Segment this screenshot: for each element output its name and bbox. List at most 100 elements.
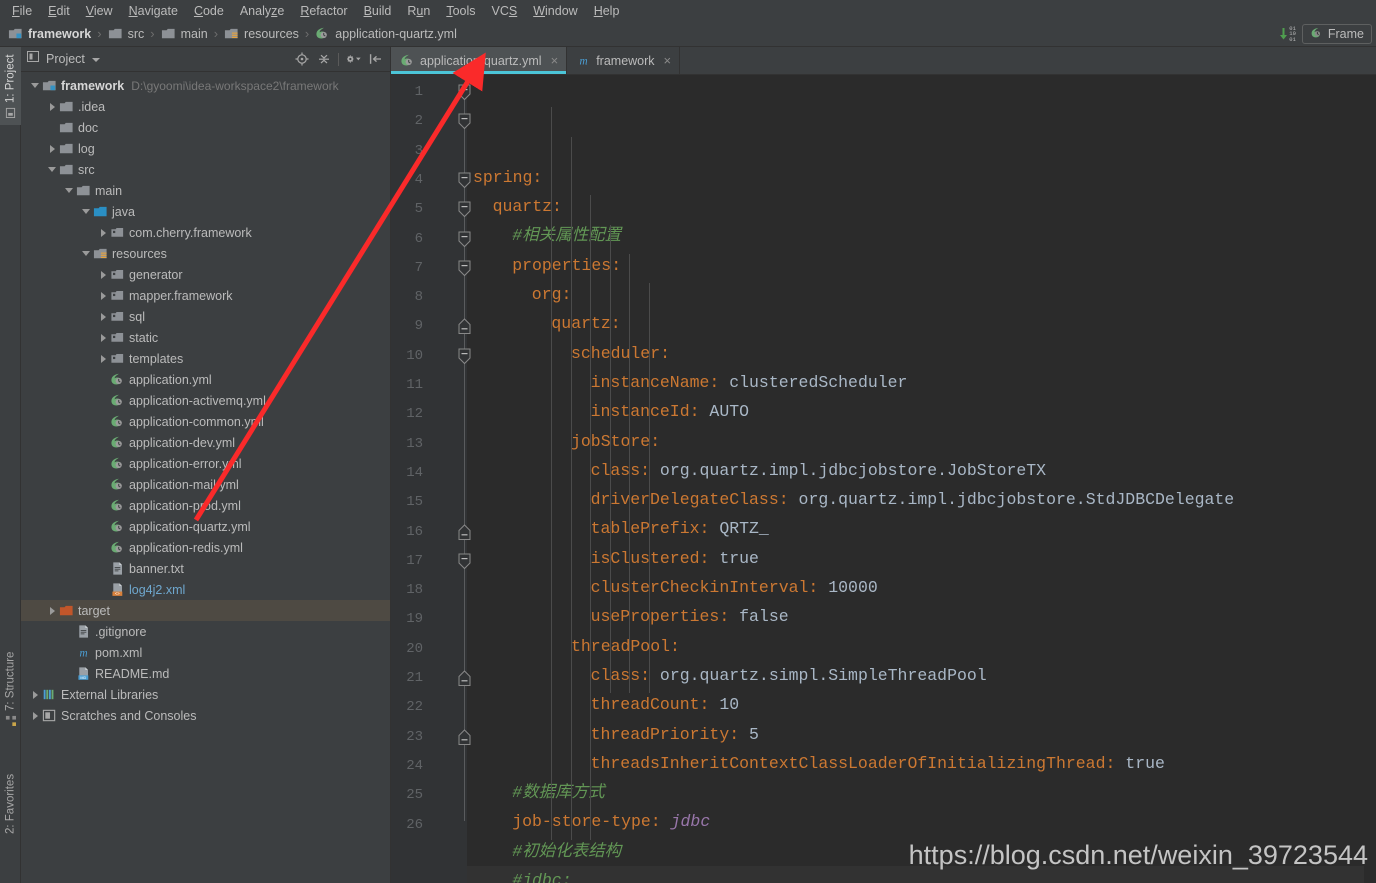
tree-row[interactable]: framework D:\gyoomi\idea-workspace2\frame… — [21, 75, 390, 96]
tool-window-tab-project[interactable]: 1: Project — [0, 47, 21, 125]
tree-row[interactable]: application-prod.yml — [21, 495, 390, 516]
code-line[interactable]: job-store-type: jdbc — [467, 807, 1376, 836]
breadcrumb-item-application-quartz-yml[interactable]: application-quartz.yml — [315, 26, 457, 41]
tree-row[interactable]: resources — [21, 243, 390, 264]
code-line[interactable]: driverDelegateClass: org.quartz.impl.jdb… — [467, 485, 1376, 514]
tree-row[interactable]: application.yml — [21, 369, 390, 390]
tree-row[interactable]: templates — [21, 348, 390, 369]
download-icon[interactable]: 01 10 01 — [1279, 26, 1296, 43]
tool-window-tab-favorites[interactable]: 2: Favorites — [0, 755, 21, 853]
breadcrumb-item-framework[interactable]: framework — [8, 26, 91, 41]
project-tree[interactable]: framework D:\gyoomi\idea-workspace2\frame… — [21, 72, 390, 883]
chevron-down-icon[interactable] — [63, 185, 75, 197]
tree-row[interactable]: src — [21, 159, 390, 180]
code-line[interactable]: class: org.quartz.simpl.SimpleThreadPool — [467, 661, 1376, 690]
chevron-right-icon[interactable] — [97, 353, 109, 365]
chevron-right-icon[interactable] — [29, 710, 41, 722]
code-line[interactable]: threadPriority: 5 — [467, 720, 1376, 749]
tree-row[interactable]: sql — [21, 306, 390, 327]
code-line[interactable]: properties: — [467, 251, 1376, 280]
tree-row[interactable]: .gitignore — [21, 621, 390, 642]
code-line[interactable]: threadsInheritContextClassLoaderOfInitia… — [467, 749, 1376, 778]
menu-item-window[interactable]: Window — [525, 2, 585, 20]
code-line[interactable]: #相关属性配置 — [467, 221, 1376, 250]
menu-item-tools[interactable]: Tools — [438, 2, 483, 20]
chevron-right-icon[interactable] — [29, 689, 41, 701]
run-configuration-selector[interactable]: Frame — [1301, 24, 1372, 44]
editor-tab-framework[interactable]: m framework × — [567, 47, 681, 74]
code-line[interactable]: threadCount: 10 — [467, 690, 1376, 719]
menu-item-build[interactable]: Build — [356, 2, 400, 20]
settings-gear-icon[interactable] — [346, 52, 361, 67]
editor-tab-application-quartz-yml[interactable]: application-quartz.yml × — [391, 47, 568, 74]
editor-scrollbar[interactable] — [1364, 103, 1376, 883]
code-line[interactable]: clusterCheckinInterval: 10000 — [467, 573, 1376, 602]
chevron-right-icon[interactable] — [46, 605, 58, 617]
chevron-right-icon[interactable] — [46, 101, 58, 113]
code-line[interactable]: tablePrefix: QRTZ_ — [467, 514, 1376, 543]
code-line[interactable]: class: org.quartz.impl.jdbcjobstore.JobS… — [467, 456, 1376, 485]
menu-item-navigate[interactable]: Navigate — [121, 2, 186, 20]
breadcrumb-item-main[interactable]: main — [161, 26, 208, 41]
tree-row[interactable]: application-dev.yml — [21, 432, 390, 453]
menu-item-vcs[interactable]: VCS — [484, 2, 526, 20]
tree-row[interactable]: static — [21, 327, 390, 348]
code-editor[interactable]: 1 2 3 4 5 6 7 8 9 10 11 12 13 14 15 16 17 18 19 20 21 22 23 24 2… — [391, 75, 1376, 883]
tree-row[interactable]: com.cherry.framework — [21, 222, 390, 243]
tree-row[interactable]: generator — [21, 264, 390, 285]
menu-item-file[interactable]: File — [4, 2, 40, 20]
tree-row[interactable]: target — [21, 600, 390, 621]
tree-row[interactable]: log — [21, 138, 390, 159]
editor-gutter[interactable]: 1 2 3 4 5 6 7 8 9 10 11 12 13 14 15 16 17 18 19 20 21 22 23 24 2… — [391, 75, 471, 883]
code-line[interactable]: quartz: — [467, 192, 1376, 221]
code-line[interactable]: spring: — [467, 163, 1376, 192]
tree-row[interactable]: MD README.md — [21, 663, 390, 684]
menu-item-run[interactable]: Run — [399, 2, 438, 20]
hide-panel-icon[interactable] — [368, 52, 383, 67]
tree-row[interactable]: banner.txt — [21, 558, 390, 579]
tree-row[interactable]: main — [21, 180, 390, 201]
menu-item-refactor[interactable]: Refactor — [292, 2, 355, 20]
chevron-down-icon[interactable] — [29, 80, 41, 92]
chevron-right-icon[interactable] — [97, 290, 109, 302]
code-line[interactable]: useProperties: false — [467, 602, 1376, 631]
menu-item-edit[interactable]: Edit — [40, 2, 78, 20]
locate-target-icon[interactable] — [294, 52, 309, 67]
chevron-right-icon[interactable] — [97, 332, 109, 344]
close-icon[interactable]: × — [551, 53, 559, 68]
code-line[interactable]: isClustered: true — [467, 544, 1376, 573]
tree-row[interactable]: application-redis.yml — [21, 537, 390, 558]
code-line[interactable]: jobStore: — [467, 427, 1376, 456]
code-line[interactable]: quartz: — [467, 309, 1376, 338]
tree-row[interactable]: m pom.xml — [21, 642, 390, 663]
code-line[interactable]: instanceName: clusteredScheduler — [467, 368, 1376, 397]
chevron-down-icon[interactable] — [46, 164, 58, 176]
code-line[interactable]: org: — [467, 280, 1376, 309]
menu-item-analyze[interactable]: Analyze — [232, 2, 292, 20]
chevron-right-icon[interactable] — [46, 143, 58, 155]
code-line[interactable]: #数据库方式 — [467, 778, 1376, 807]
tree-row[interactable]: application-mail.yml — [21, 474, 390, 495]
code-content[interactable]: spring: quartz: #相关属性配置 properties: org: quar… — [467, 75, 1376, 883]
code-line[interactable]: threadPool: — [467, 632, 1376, 661]
chevron-down-icon[interactable] — [91, 50, 100, 68]
tree-row[interactable]: application-activemq.yml — [21, 390, 390, 411]
tree-row[interactable]: application-error.yml — [21, 453, 390, 474]
tree-row[interactable]: mapper.framework — [21, 285, 390, 306]
chevron-right-icon[interactable] — [97, 269, 109, 281]
tree-row[interactable]: <> log4j2.xml — [21, 579, 390, 600]
chevron-right-icon[interactable] — [97, 227, 109, 239]
menu-item-code[interactable]: Code — [186, 2, 232, 20]
tree-row[interactable]: java — [21, 201, 390, 222]
tree-row[interactable]: application-quartz.yml — [21, 516, 390, 537]
breadcrumb-item-src[interactable]: src — [108, 26, 144, 41]
chevron-down-icon[interactable] — [80, 206, 92, 218]
menu-item-help[interactable]: Help — [586, 2, 628, 20]
tree-row[interactable]: External Libraries — [21, 684, 390, 705]
chevron-right-icon[interactable] — [97, 311, 109, 323]
breadcrumb-item-resources[interactable]: resources — [224, 26, 299, 41]
tree-row[interactable]: application-common.yml — [21, 411, 390, 432]
close-icon[interactable]: × — [664, 53, 672, 68]
tree-row[interactable]: doc — [21, 117, 390, 138]
tool-window-tab-structure[interactable]: 7: Structure — [0, 643, 21, 735]
